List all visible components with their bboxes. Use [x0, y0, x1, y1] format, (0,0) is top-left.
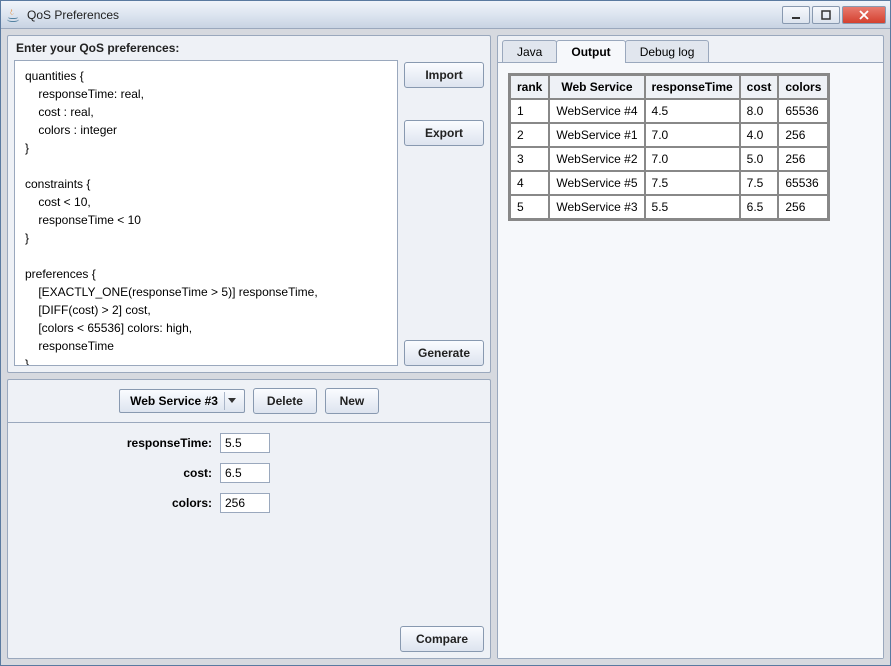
cell-colors: 256	[778, 147, 828, 171]
close-icon	[859, 10, 869, 20]
app-window: QoS Preferences Enter your QoS preferenc…	[0, 0, 891, 666]
java-icon	[5, 7, 21, 23]
col-responsetime: responseTime	[645, 75, 740, 99]
service-toolbar: Web Service #3 Delete New	[8, 380, 490, 422]
service-panel: Web Service #3 Delete New responseTime:	[7, 379, 491, 659]
table-header-row: rank Web Service responseTime cost color…	[510, 75, 828, 99]
cell-service: WebService #4	[549, 99, 644, 123]
cell-responseTime: 7.5	[645, 171, 740, 195]
cell-colors: 65536	[778, 171, 828, 195]
tab-java[interactable]: Java	[502, 40, 557, 63]
import-button[interactable]: Import	[404, 62, 484, 88]
cell-rank: 5	[510, 195, 549, 219]
maximize-button[interactable]	[812, 6, 840, 24]
table-row: 3WebService #27.05.0256	[510, 147, 828, 171]
responsetime-input[interactable]	[220, 433, 270, 453]
generate-button[interactable]: Generate	[404, 340, 484, 366]
colors-input[interactable]	[220, 493, 270, 513]
responsetime-label: responseTime:	[22, 436, 212, 450]
cell-service: WebService #2	[549, 147, 644, 171]
delete-button[interactable]: Delete	[253, 388, 317, 414]
col-service: Web Service	[549, 75, 644, 99]
cell-rank: 2	[510, 123, 549, 147]
service-select[interactable]: Web Service #3	[119, 389, 245, 413]
cell-cost: 5.0	[740, 147, 779, 171]
colors-label: colors:	[22, 496, 212, 510]
col-cost: cost	[740, 75, 779, 99]
content-area: Enter your QoS preferences: Import Expor…	[1, 29, 890, 665]
preferences-header: Enter your QoS preferences:	[8, 36, 490, 60]
table-row: 5WebService #35.56.5256	[510, 195, 828, 219]
service-form: responseTime: cost: colors:	[8, 422, 490, 620]
maximize-icon	[821, 10, 831, 20]
cell-rank: 4	[510, 171, 549, 195]
tab-content-output: rank Web Service responseTime cost color…	[498, 62, 883, 658]
window-controls	[782, 6, 886, 24]
cell-service: WebService #5	[549, 171, 644, 195]
window-title: QoS Preferences	[27, 8, 782, 22]
cell-cost: 8.0	[740, 99, 779, 123]
minimize-icon	[791, 10, 801, 20]
left-column: Enter your QoS preferences: Import Expor…	[7, 35, 491, 659]
table-row: 4WebService #57.57.565536	[510, 171, 828, 195]
cell-cost: 7.5	[740, 171, 779, 195]
cell-colors: 256	[778, 123, 828, 147]
titlebar[interactable]: QoS Preferences	[1, 1, 890, 29]
compare-row: Compare	[8, 620, 490, 658]
cell-responseTime: 7.0	[645, 123, 740, 147]
cost-input[interactable]	[220, 463, 270, 483]
prefs-side-buttons: Import Export Generate	[404, 60, 484, 366]
cell-rank: 1	[510, 99, 549, 123]
cell-service: WebService #1	[549, 123, 644, 147]
export-button[interactable]: Export	[404, 120, 484, 146]
cell-cost: 6.5	[740, 195, 779, 219]
col-colors: colors	[778, 75, 828, 99]
preferences-panel: Enter your QoS preferences: Import Expor…	[7, 35, 491, 373]
compare-button[interactable]: Compare	[400, 626, 484, 652]
chevron-down-icon	[224, 392, 240, 410]
tab-debug[interactable]: Debug log	[625, 40, 710, 63]
cell-responseTime: 7.0	[645, 147, 740, 171]
table-row: 2WebService #17.04.0256	[510, 123, 828, 147]
table-row: 1WebService #44.58.065536	[510, 99, 828, 123]
cost-label: cost:	[22, 466, 212, 480]
right-column: Java Output Debug log rank Web Service r…	[497, 35, 884, 659]
tabs: Java Output Debug log	[498, 36, 883, 63]
preferences-body: Import Export Generate	[8, 60, 490, 372]
spacer	[404, 154, 484, 332]
col-rank: rank	[510, 75, 549, 99]
cell-colors: 65536	[778, 99, 828, 123]
cell-service: WebService #3	[549, 195, 644, 219]
cell-rank: 3	[510, 147, 549, 171]
minimize-button[interactable]	[782, 6, 810, 24]
new-button[interactable]: New	[325, 388, 379, 414]
cell-responseTime: 4.5	[645, 99, 740, 123]
tab-output[interactable]: Output	[556, 40, 625, 63]
service-select-value: Web Service #3	[130, 394, 218, 408]
form-row-colors: colors:	[22, 493, 476, 513]
preferences-editor[interactable]	[14, 60, 398, 366]
form-row-cost: cost:	[22, 463, 476, 483]
form-row-responsetime: responseTime:	[22, 433, 476, 453]
close-button[interactable]	[842, 6, 886, 24]
output-table: rank Web Service responseTime cost color…	[508, 73, 830, 221]
cell-cost: 4.0	[740, 123, 779, 147]
cell-responseTime: 5.5	[645, 195, 740, 219]
cell-colors: 256	[778, 195, 828, 219]
output-table-body: 1WebService #44.58.0655362WebService #17…	[510, 99, 828, 219]
